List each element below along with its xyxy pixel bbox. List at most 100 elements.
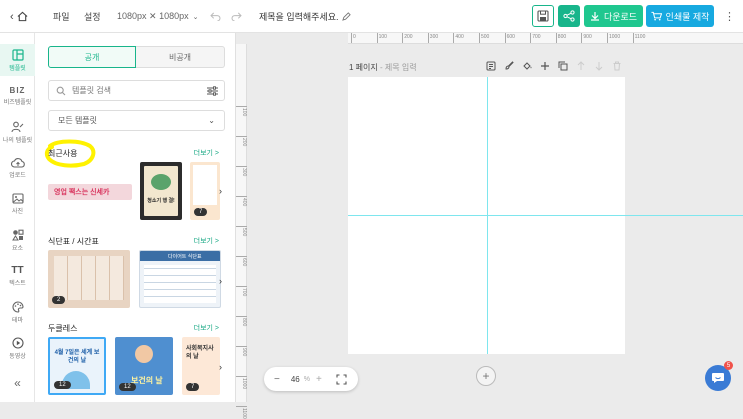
sidebar-item-upload[interactable]: 업로드 (0, 152, 35, 184)
brush-icon (505, 61, 514, 70)
zoom-in-button[interactable]: + (316, 374, 322, 385)
sidebar-item-elements[interactable]: 요소 (0, 224, 35, 256)
thumb-table-grid (54, 256, 124, 300)
section-title-meal-plan: 식단표 / 시간표 (48, 237, 99, 246)
redo-icon (231, 12, 242, 21)
template-thumb-meal-2[interactable]: 다이어트 식단표 (139, 250, 221, 308)
add-page-toolbar-button[interactable] (539, 60, 551, 72)
document-title[interactable]: 제목을 입력해주세요. (259, 0, 351, 33)
move-page-down-button[interactable] (593, 60, 605, 72)
template-page-count-badge: 2 (52, 296, 66, 304)
undo-button[interactable] (210, 0, 221, 33)
template-category-select[interactable]: 모든 템플릿 ⌄ (48, 110, 225, 131)
more-link-doucls[interactable]: 더보기 > (194, 323, 219, 333)
thumb-card-inner: 청소기 행 결! (144, 166, 178, 216)
share-button[interactable] (558, 5, 580, 27)
save-button[interactable] (532, 5, 554, 27)
sidebar-item-theme[interactable]: 테마 (0, 296, 35, 328)
template-thumb-event-1[interactable]: 4월 7일은 세계 보건의 날 12 (48, 337, 106, 395)
thumb-event-text: 사회복지사의 날 (186, 346, 214, 360)
redo-button[interactable] (231, 0, 242, 33)
chevron-down-icon: ⌄ (208, 116, 215, 125)
add-page-button[interactable]: + (476, 366, 496, 386)
thumb-card-inner (193, 165, 217, 205)
sidebar-item-label: 동영상 (9, 353, 26, 360)
template-thumb-recent-1[interactable]: 영업 팩스는 신세카 (48, 184, 132, 200)
ruler-tick-label: 400 (236, 196, 247, 206)
sidebar-item-video[interactable]: 동영상 (0, 332, 35, 364)
center-guide-horizontal (348, 215, 743, 216)
collapse-panel-button[interactable]: « (0, 370, 35, 396)
top-bar: ‹ 파일 설정 1080px ✕ 1080px ⌄ 제목을 입력해주세요. 다운… (0, 0, 743, 33)
cloud-upload-icon (10, 158, 25, 168)
tab-public[interactable]: 공개 (48, 46, 136, 68)
page-memo-button[interactable] (485, 60, 497, 72)
zoom-value[interactable]: 46 (291, 375, 300, 384)
sidebar-item-biz[interactable]: BIZ 비즈템플릿 (0, 80, 35, 112)
page-title-input[interactable]: - 제목 입력 (380, 63, 417, 72)
chevron-down-icon: ⌄ (192, 13, 199, 21)
sidebar-item-label: 테마 (11, 317, 24, 324)
sidebar-item-text[interactable]: TT 텍스트 (0, 260, 35, 292)
chat-icon (712, 373, 724, 383)
print-order-label: 인쇄물 제작 (665, 11, 710, 22)
move-page-up-button[interactable] (575, 60, 587, 72)
more-menu-button[interactable]: ⋮ (724, 0, 735, 33)
arrow-down-icon (595, 62, 603, 71)
ruler-tick-label: 800 (236, 316, 247, 326)
section-title-recent: 최근사용 (48, 149, 78, 158)
thumb-event-title: 4월 7일은 세계 보건의 날 (54, 350, 100, 364)
download-label: 다운로드 (603, 11, 638, 22)
sidebar-item-my-templates[interactable]: 나의 템플릿 (0, 116, 35, 148)
template-page-count-badge: 7 (186, 383, 200, 391)
page-style-button[interactable] (503, 60, 515, 72)
sidebar-item-templates[interactable]: 템플릿 (0, 44, 35, 76)
sidebar-item-photos[interactable]: 사진 (0, 188, 35, 220)
ruler-tick-label: 600 (236, 256, 247, 266)
carousel-next-recent[interactable]: › (219, 186, 222, 196)
ruler-tick-label: 1100 (236, 406, 247, 419)
download-button[interactable]: 다운로드 (584, 5, 643, 27)
more-link-recent[interactable]: 더보기 > (194, 148, 219, 158)
save-icon (537, 10, 549, 22)
template-thumb-recent-2[interactable]: 청소기 행 결! (140, 162, 182, 220)
template-search (48, 80, 225, 101)
play-circle-icon (11, 336, 24, 349)
template-thumb-meal-1[interactable]: 2 (48, 250, 130, 308)
filter-sliders-icon[interactable] (207, 85, 218, 96)
more-vertical-icon: ⋮ (724, 10, 735, 23)
menu-settings[interactable]: 설정 (84, 0, 101, 33)
duplicate-page-button[interactable] (557, 60, 569, 72)
shapes-icon (11, 229, 24, 240)
print-order-button[interactable]: 인쇄물 제작 (646, 5, 714, 27)
zoom-unit: % (303, 375, 310, 383)
sidebar-item-label: 텍스트 (9, 281, 26, 287)
ruler-tick-label: 600 (504, 33, 515, 43)
more-link-meal-plan[interactable]: 더보기 > (194, 236, 219, 246)
template-thumb-event-3[interactable]: 사회복지사의 날 7 (182, 337, 220, 395)
template-thumb-recent-3[interactable]: 7 (190, 162, 220, 220)
size-selector[interactable]: 1080px ✕ 1080px ⌄ (117, 0, 198, 33)
sidebar-item-label: 업로드 (9, 173, 26, 179)
pencil-icon (341, 12, 351, 21)
biz-icon: BIZ (9, 86, 26, 95)
back-home-button[interactable]: ‹ (10, 0, 28, 33)
section-title-doucls: 두클레스 (48, 324, 78, 333)
left-toolbar: 템플릿 BIZ 비즈템플릿 나의 템플릿 업로드 사진 요소 TT 텍스트 테마… (0, 33, 35, 402)
zoom-out-button[interactable]: − (274, 374, 280, 385)
carousel-next-doucls[interactable]: › (219, 362, 222, 372)
search-input[interactable] (72, 86, 202, 95)
delete-page-button[interactable] (611, 60, 623, 72)
menu-file[interactable]: 파일 (53, 0, 70, 33)
tab-private[interactable]: 비공개 (136, 46, 225, 68)
double-chevron-left-icon: « (14, 376, 21, 390)
page-background-button[interactable] (521, 60, 533, 72)
carousel-next-meal-plan[interactable]: › (219, 276, 222, 286)
arrow-up-icon (577, 61, 585, 70)
thumb-table-grid (144, 265, 216, 303)
ruler-tick-label: 400 (453, 33, 464, 43)
memo-icon (486, 61, 496, 71)
download-icon (590, 12, 599, 21)
template-thumb-event-2[interactable]: 보건의 날 12 (115, 337, 173, 395)
fit-screen-icon[interactable] (336, 373, 347, 385)
